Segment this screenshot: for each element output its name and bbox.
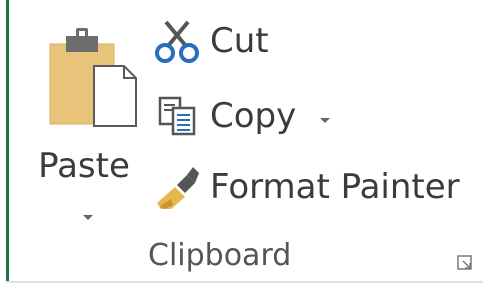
clipboard-paste-icon [48,26,138,130]
format-painter-label: Format Painter [210,167,460,207]
copy-icon [150,89,204,143]
copy-button[interactable]: Copy [150,89,332,143]
paste-dropdown-caret-icon[interactable] [80,208,96,220]
copy-label: Copy [210,96,297,136]
scissors-icon [150,14,204,68]
paste-label: Paste [38,146,130,186]
cut-label: Cut [210,21,269,61]
dialog-launcher-icon[interactable] [457,255,473,271]
paste-button[interactable]: Paste [28,18,140,220]
format-painter-button[interactable]: Format Painter [150,160,460,214]
ribbon-left-border [6,0,9,283]
paintbrush-icon [150,160,204,214]
cut-button[interactable]: Cut [150,14,269,68]
group-label: Clipboard [148,238,292,273]
copy-dropdown-caret-icon[interactable] [318,111,332,123]
clipboard-ribbon-group: Paste Cut Copy Format Painter Clipboard [0,0,483,283]
